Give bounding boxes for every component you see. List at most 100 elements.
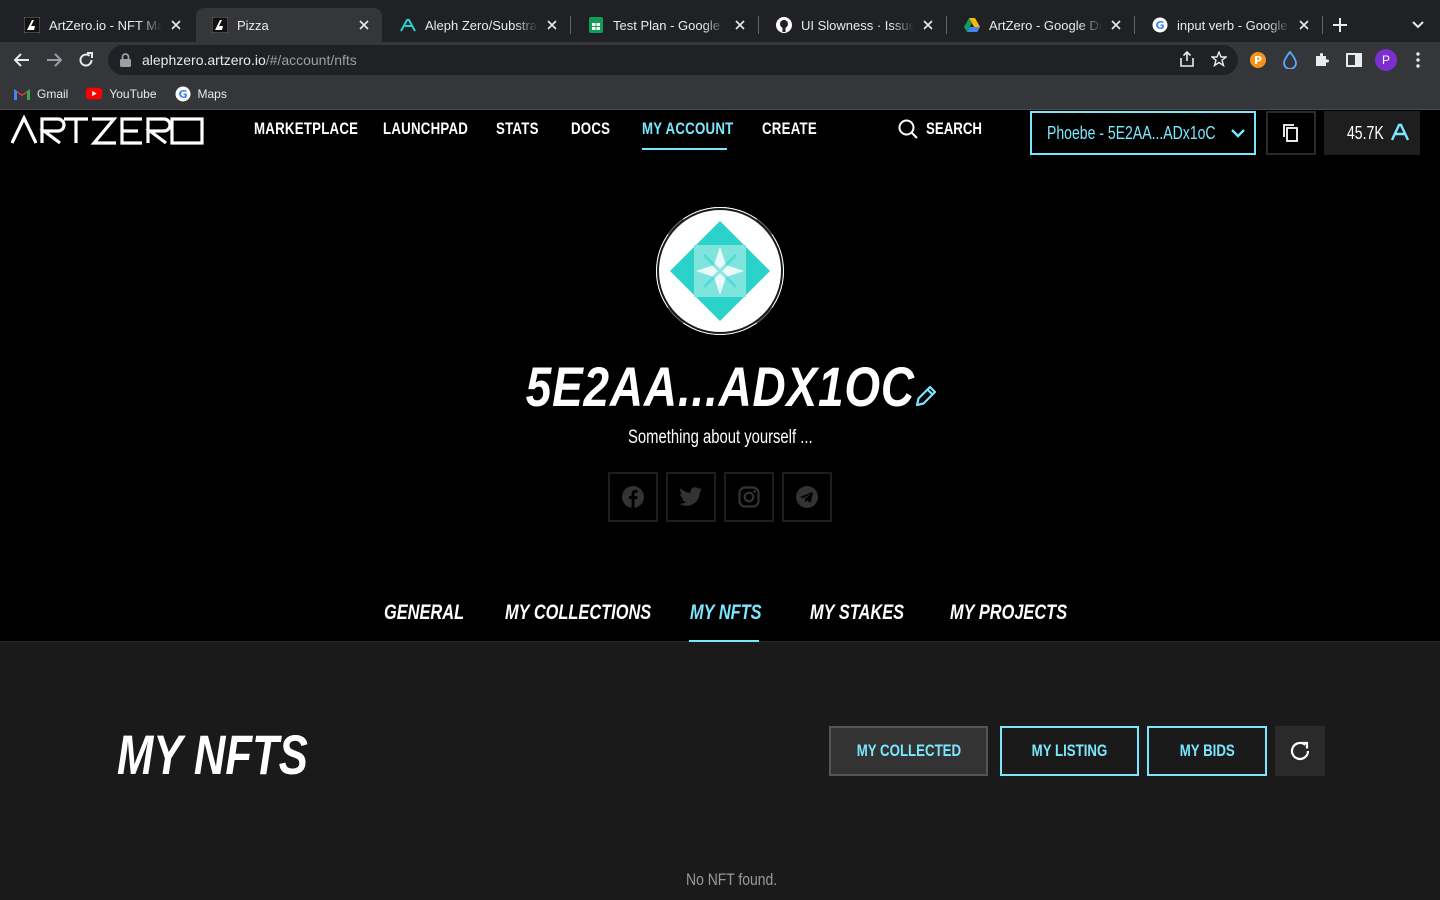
nav-marketplace[interactable]: MARKETPLACE xyxy=(254,119,388,149)
side-panel-icon[interactable] xyxy=(1344,50,1364,70)
tab-separator xyxy=(758,16,759,34)
twitter-icon xyxy=(679,487,702,506)
copy-address-button[interactable] xyxy=(1266,111,1316,155)
artzero-logo[interactable] xyxy=(10,114,206,145)
share-icon[interactable] xyxy=(1178,50,1196,68)
azero-token-icon xyxy=(1391,123,1409,141)
browser-tab[interactable]: UI Slowness · Issue # xyxy=(760,8,946,42)
new-tab-button[interactable] xyxy=(1329,14,1351,36)
browser-tab[interactable]: G input verb - Google Search xyxy=(1136,8,1322,42)
nav-docs[interactable]: DOCS xyxy=(571,119,621,149)
tab-search-button[interactable] xyxy=(1407,14,1429,36)
filter-my-listing-button[interactable]: MY LISTING xyxy=(1000,726,1139,776)
edit-profile-icon[interactable] xyxy=(913,383,939,409)
extensions-puzzle-icon[interactable] xyxy=(1312,50,1332,70)
artzero-icon xyxy=(212,17,228,33)
google-maps-icon: G xyxy=(175,86,191,102)
profile-bio: Something about yourself ... xyxy=(627,427,813,448)
plus-icon xyxy=(1333,18,1347,32)
back-button[interactable] xyxy=(10,48,34,72)
telegram-link[interactable] xyxy=(782,472,832,522)
close-tab-icon[interactable] xyxy=(356,17,372,33)
aleph-zero-icon xyxy=(400,17,416,33)
bookmark-star-icon[interactable] xyxy=(1210,50,1228,68)
close-tab-icon[interactable] xyxy=(544,17,560,33)
tab-separator xyxy=(946,16,947,34)
close-tab-icon[interactable] xyxy=(1296,17,1312,33)
lock-icon xyxy=(120,53,134,67)
close-tab-icon[interactable] xyxy=(168,17,184,33)
bookmark-youtube[interactable]: YouTube xyxy=(86,86,157,102)
google-icon: G xyxy=(1152,17,1168,33)
tab-my-projects[interactable]: MY PROJECTS xyxy=(950,601,1100,625)
address-bar[interactable]: alephzero.artzero.io/#/account/nfts xyxy=(108,45,1238,75)
instagram-icon xyxy=(738,486,760,508)
github-icon xyxy=(776,17,792,33)
facebook-link[interactable] xyxy=(608,472,658,522)
search-button[interactable]: SEARCH xyxy=(898,119,998,139)
browser-tab[interactable]: Aleph Zero/Substrate xyxy=(384,8,570,42)
gmail-icon xyxy=(14,86,30,102)
profile-avatar[interactable]: P xyxy=(1375,49,1397,71)
balance-display[interactable]: 45.7K xyxy=(1324,111,1420,155)
reload-button[interactable] xyxy=(74,48,98,72)
nav-my-account[interactable]: MY ACCOUNT xyxy=(642,119,759,149)
google-drive-icon xyxy=(964,17,980,33)
svg-text:G: G xyxy=(178,88,187,101)
nav-launchpad[interactable]: LAUNCHPAD xyxy=(383,119,492,149)
chevron-down-icon xyxy=(1412,21,1424,29)
arrow-left-icon xyxy=(14,53,29,67)
search-icon xyxy=(898,119,918,139)
artzero-page: MARKETPLACE LAUNCHPAD STATS DOCS MY ACCO… xyxy=(0,111,1440,900)
nav-active-underline xyxy=(642,148,727,150)
profile-name: 5E2AA...ADX1OC xyxy=(525,355,915,418)
close-tab-icon[interactable] xyxy=(732,17,748,33)
filter-my-collected-button[interactable]: MY COLLECTED xyxy=(829,726,988,776)
nav-stats[interactable]: STATS xyxy=(496,119,551,149)
tab-separator xyxy=(1134,16,1135,34)
bookmarks-bar: Gmail YouTube G Maps xyxy=(0,78,1440,110)
browser-tab[interactable]: Test Plan - Google Sheets xyxy=(572,8,758,42)
nav-create[interactable]: CREATE xyxy=(762,119,832,149)
profile-avatar-image[interactable] xyxy=(656,207,784,335)
extension-bitcoin-icon[interactable]: P xyxy=(1248,50,1268,70)
svg-text:G: G xyxy=(1155,19,1164,32)
twitter-link[interactable] xyxy=(666,472,716,522)
tab-my-nfts[interactable]: MY NFTS xyxy=(690,601,782,625)
instagram-link[interactable] xyxy=(724,472,774,522)
kebab-menu-icon[interactable] xyxy=(1408,50,1428,70)
browser-toolbar: alephzero.artzero.io/#/account/nfts P P xyxy=(0,42,1440,78)
tab-separator xyxy=(1322,16,1323,34)
forward-button[interactable] xyxy=(42,48,66,72)
tab-my-collections[interactable]: MY COLLECTIONS xyxy=(505,601,692,625)
close-tab-icon[interactable] xyxy=(920,17,936,33)
telegram-icon xyxy=(796,486,818,508)
url-host: alephzero.artzero.io xyxy=(142,52,266,68)
empty-state-text: No NFT found. xyxy=(686,870,778,889)
bookmark-gmail[interactable]: Gmail xyxy=(14,86,68,102)
extension-drop-icon[interactable] xyxy=(1280,50,1300,70)
tab-general[interactable]: GENERAL xyxy=(384,601,487,625)
chevron-down-icon xyxy=(1231,129,1245,138)
bookmark-maps[interactable]: G Maps xyxy=(175,86,227,102)
facebook-icon xyxy=(622,486,644,508)
filter-my-bids-button[interactable]: MY BIDS xyxy=(1147,726,1267,776)
wallet-dropdown[interactable]: Phoebe - 5E2AA...ADx1oC xyxy=(1030,111,1256,155)
browser-tab-strip: ArtZero.io - NFT Marketplace Pizza Aleph… xyxy=(0,0,1440,42)
reload-icon xyxy=(79,52,93,67)
browser-tab[interactable]: ArtZero.io - NFT Marketplace xyxy=(8,8,194,42)
svg-text:P: P xyxy=(1254,54,1262,67)
artzero-icon xyxy=(24,17,40,33)
my-nfts-panel: MY NFTS MY COLLECTED MY LISTING MY BIDS … xyxy=(0,642,1440,900)
refresh-icon xyxy=(1290,741,1310,760)
youtube-icon xyxy=(86,86,103,102)
tab-separator xyxy=(570,16,571,34)
browser-tab[interactable]: ArtZero - Google Drive xyxy=(948,8,1134,42)
arrow-right-icon xyxy=(47,53,62,67)
copy-icon xyxy=(1283,124,1298,142)
url-path: /#/account/nfts xyxy=(265,52,357,68)
tab-my-stakes[interactable]: MY STAKES xyxy=(810,601,931,625)
refresh-button[interactable] xyxy=(1275,726,1325,776)
close-tab-icon[interactable] xyxy=(1108,17,1124,33)
browser-tab[interactable]: Pizza xyxy=(196,8,382,42)
